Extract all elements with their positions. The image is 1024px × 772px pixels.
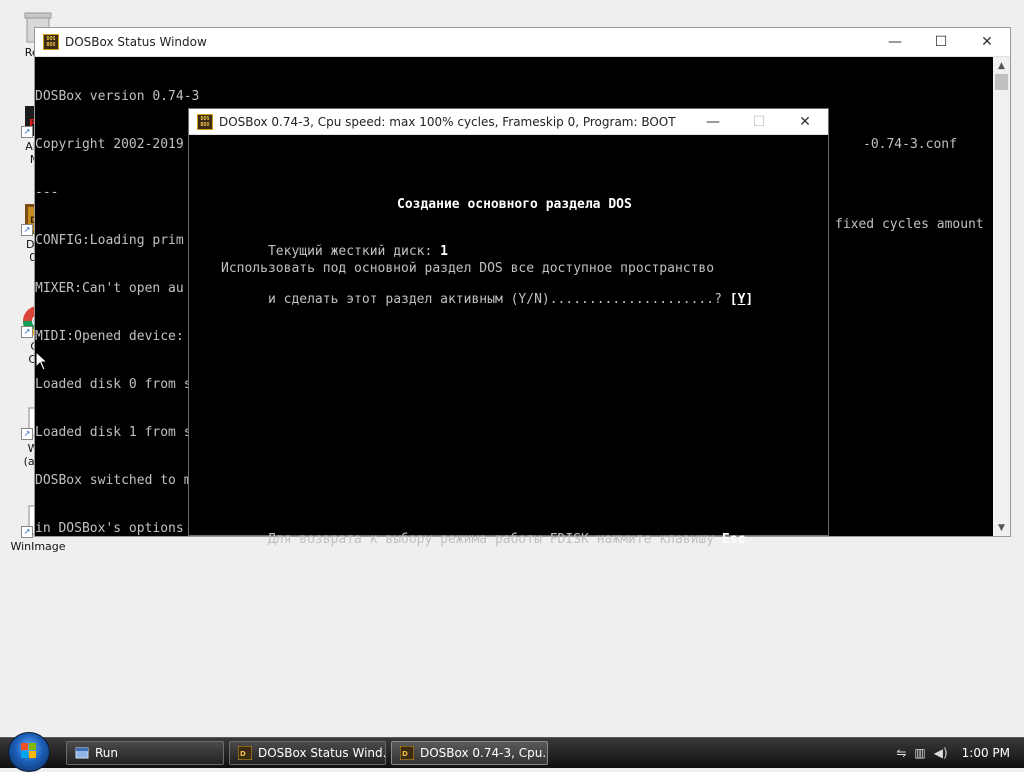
prompt-bracket-open: [ <box>729 292 738 307</box>
scroll-thumb[interactable] <box>995 74 1008 90</box>
scroll-up-arrow-icon[interactable]: ▲ <box>993 57 1010 74</box>
desktop-icon-label: WinImage <box>10 540 66 553</box>
scroll-down-arrow-icon[interactable]: ▼ <box>993 519 1010 536</box>
shortcut-arrow-icon: ↗ <box>21 326 33 338</box>
taskbar-item-run[interactable]: Run <box>66 741 224 765</box>
window-title: DOSBox 0.74-3, Cpu speed: max 100% cycle… <box>219 114 676 129</box>
shortcut-arrow-icon: ↗ <box>21 526 33 538</box>
maximize-button[interactable]: ☐ <box>918 28 964 56</box>
console-line-fragment: fixed cycles amount <box>835 185 984 536</box>
taskbar-item-dosbox-main[interactable]: D DOSBox 0.74-3, Cpu... <box>391 741 548 765</box>
windows-logo-icon <box>21 743 37 759</box>
window-title: DOSBox Status Window <box>65 35 207 49</box>
clock[interactable]: 1:00 PM <box>962 746 1010 760</box>
dosbox-titlebar[interactable]: DOS BOX DOSBox 0.74-3, Cpu speed: max 10… <box>189 109 828 135</box>
volume-icon[interactable]: ◀) <box>934 746 948 760</box>
usb-icon[interactable]: ⇋ <box>896 746 906 760</box>
mouse-pointer-icon <box>36 352 48 371</box>
maximize-button: ☐ <box>752 113 766 130</box>
close-button[interactable]: ✕ <box>964 28 1010 56</box>
taskbar-item-label: Run <box>95 746 119 760</box>
footer-line: Для возврата к выбору режима работы FDIS… <box>221 517 745 562</box>
shortcut-arrow-icon: ↗ <box>21 126 33 138</box>
system-tray: ⇋ ▥ ◀) 1:00 PM <box>896 738 1024 768</box>
taskbar-item-dosbox-status[interactable]: D DOSBox Status Wind... <box>229 741 386 765</box>
taskbar-item-label: DOSBox Status Wind... <box>258 746 386 760</box>
console-line: DOSBox version 0.74-3 <box>35 89 200 104</box>
taskbar-item-label: DOSBox 0.74-3, Cpu... <box>420 746 548 760</box>
taskbar: Run D DOSBox Status Wind... D DOSBox 0.7… <box>0 732 1024 772</box>
status-window-titlebar[interactable]: DOS BOX DOSBox Status Window — ☐ ✕ <box>35 28 1010 57</box>
footer-text: Для возврата к выбору режима работы FDIS… <box>267 532 715 547</box>
dosbox-icon: DOS BOX <box>197 113 213 130</box>
prompt-line-1: Использовать под основной раздел DOS все… <box>221 261 715 276</box>
minimize-button[interactable]: — <box>872 28 918 56</box>
prompt-line-2: и сделать этот раздел активным (Y/N)....… <box>221 277 753 322</box>
console-fragment: -0.74-3.conf <box>863 137 957 152</box>
dos-screen[interactable]: Создание основного раздела DOS Текущий ж… <box>189 135 828 547</box>
console-fragment: fixed cycles amount <box>835 217 984 232</box>
close-button[interactable]: ✕ <box>782 109 828 134</box>
shortcut-arrow-icon: ↗ <box>21 428 33 440</box>
dosbox-main-window[interactable]: DOS BOX DOSBox 0.74-3, Cpu speed: max 10… <box>188 108 829 547</box>
prompt-question: и сделать этот раздел активным (Y/N)....… <box>267 292 722 307</box>
dosbox-icon: D <box>400 746 414 760</box>
svg-text:D: D <box>402 750 408 758</box>
fdisk-heading: Создание основного раздела DOS <box>397 197 632 212</box>
shortcut-arrow-icon: ↗ <box>21 224 33 236</box>
dosbox-icon: DOS BOX <box>43 34 59 50</box>
current-disk-value: 1 <box>440 244 448 259</box>
network-icon[interactable]: ▥ <box>914 746 925 760</box>
start-button[interactable] <box>8 732 50 772</box>
vertical-scrollbar[interactable]: ▲ ▼ <box>993 57 1010 536</box>
prompt-bracket-close: ] <box>745 292 754 307</box>
current-disk-label: Текущий жесткий диск: <box>267 244 433 259</box>
svg-text:D: D <box>240 750 246 758</box>
dosbox-icon: D <box>238 746 252 760</box>
footer-key: Esc <box>721 532 746 547</box>
run-icon <box>75 747 89 759</box>
minimize-button[interactable]: — <box>690 109 736 134</box>
